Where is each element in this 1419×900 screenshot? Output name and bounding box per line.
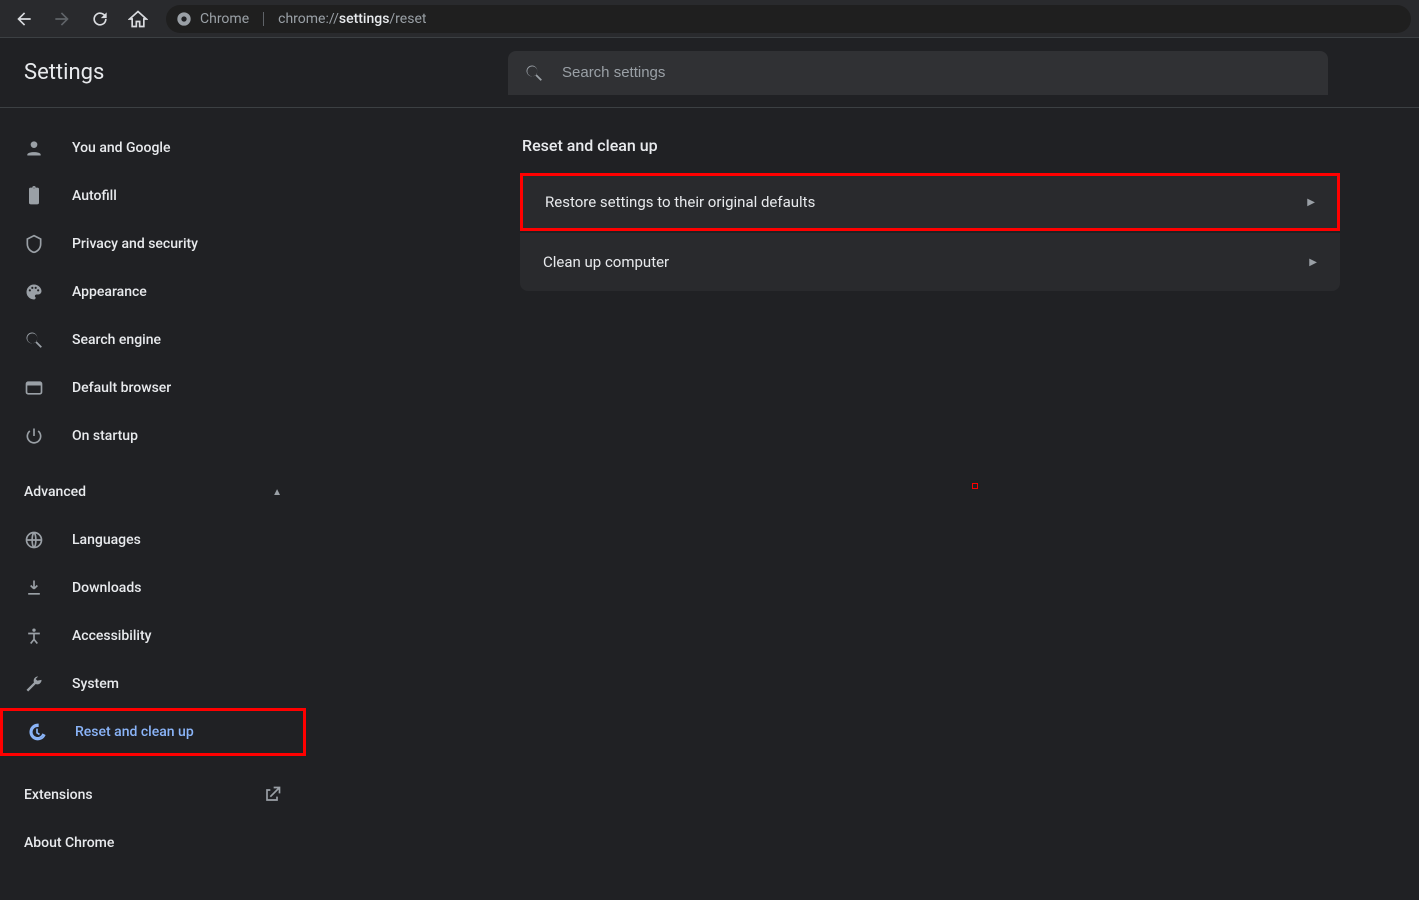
search-input[interactable] (560, 63, 1312, 82)
globe-icon (24, 530, 44, 550)
chrome-icon (176, 11, 192, 27)
sidebar-item-label: Downloads (72, 580, 141, 596)
omnibox-separator (263, 12, 264, 26)
sidebar-item-autofill[interactable]: Autofill (0, 172, 306, 220)
reload-button[interactable] (84, 3, 116, 35)
page-title: Settings (24, 60, 484, 85)
sidebar-item-search-engine[interactable]: Search engine (0, 316, 306, 364)
power-icon (24, 426, 44, 446)
accessibility-icon (24, 626, 44, 646)
restore-icon (27, 722, 47, 742)
person-icon (24, 138, 44, 158)
sidebar-link-label: Extensions (24, 787, 93, 803)
search-icon (524, 63, 544, 83)
address-bar[interactable]: Chrome chrome://settings/reset (166, 5, 1411, 33)
sidebar-item-label: Reset and clean up (75, 724, 194, 740)
chevron-right-icon: ▶ (1309, 257, 1317, 268)
search-settings[interactable] (508, 51, 1328, 95)
sidebar-item-label: System (72, 676, 119, 692)
sidebar-item-label: Appearance (72, 284, 147, 300)
sidebar-item-reset-and-clean-up[interactable]: Reset and clean up (0, 708, 306, 756)
browser-toolbar: Chrome chrome://settings/reset (0, 0, 1419, 38)
section-heading: Reset and clean up (522, 136, 1340, 155)
download-icon (24, 578, 44, 598)
sidebar-item-privacy[interactable]: Privacy and security (0, 220, 306, 268)
sidebar-item-label: You and Google (72, 140, 170, 156)
sidebar-item-appearance[interactable]: Appearance (0, 268, 306, 316)
row-restore-defaults[interactable]: Restore settings to their original defau… (520, 173, 1340, 231)
omnibox-url: chrome://settings/reset (278, 11, 426, 27)
sidebar-item-default-browser[interactable]: Default browser (0, 364, 306, 412)
settings-header: Settings (0, 38, 1419, 108)
sidebar-item-system[interactable]: System (0, 660, 306, 708)
sidebar-link-extensions[interactable]: Extensions (0, 771, 306, 819)
sidebar-item-label: Search engine (72, 332, 161, 348)
sidebar-item-label: Accessibility (72, 628, 151, 644)
chevron-right-icon: ▶ (1307, 197, 1315, 208)
settings-main: Reset and clean up Restore settings to t… (306, 108, 1419, 900)
palette-icon (24, 282, 44, 302)
sidebar-item-you-and-google[interactable]: You and Google (0, 124, 306, 172)
clipboard-icon (24, 186, 44, 206)
sidebar-item-label: On startup (72, 428, 138, 444)
annotation-marker (972, 483, 978, 489)
sidebar-section-advanced[interactable]: Advanced ▲ (0, 468, 306, 516)
back-button[interactable] (8, 3, 40, 35)
home-button[interactable] (122, 3, 154, 35)
shield-icon (24, 234, 44, 254)
sidebar-item-label: Privacy and security (72, 236, 198, 252)
wrench-icon (24, 674, 44, 694)
forward-button[interactable] (46, 3, 78, 35)
row-label: Restore settings to their original defau… (545, 193, 815, 211)
sidebar-item-label: Default browser (72, 380, 171, 396)
search-icon (24, 330, 44, 350)
sidebar-item-on-startup[interactable]: On startup (0, 412, 306, 460)
sidebar: You and Google Autofill Privacy and secu… (0, 108, 306, 900)
row-clean-up-computer[interactable]: Clean up computer ▶ (520, 233, 1340, 291)
sidebar-link-about-chrome[interactable]: About Chrome (0, 819, 306, 867)
sidebar-item-downloads[interactable]: Downloads (0, 564, 306, 612)
external-link-icon (262, 785, 282, 805)
sidebar-item-languages[interactable]: Languages (0, 516, 306, 564)
row-label: Clean up computer (543, 253, 669, 271)
omnibox-prefix: Chrome (200, 11, 249, 27)
sidebar-item-label: Autofill (72, 188, 117, 204)
browser-icon (24, 378, 44, 398)
sidebar-item-label: Languages (72, 532, 141, 548)
sidebar-item-accessibility[interactable]: Accessibility (0, 612, 306, 660)
sidebar-link-label: About Chrome (24, 835, 114, 851)
chevron-up-icon: ▲ (272, 487, 282, 498)
sidebar-section-label: Advanced (24, 484, 86, 500)
